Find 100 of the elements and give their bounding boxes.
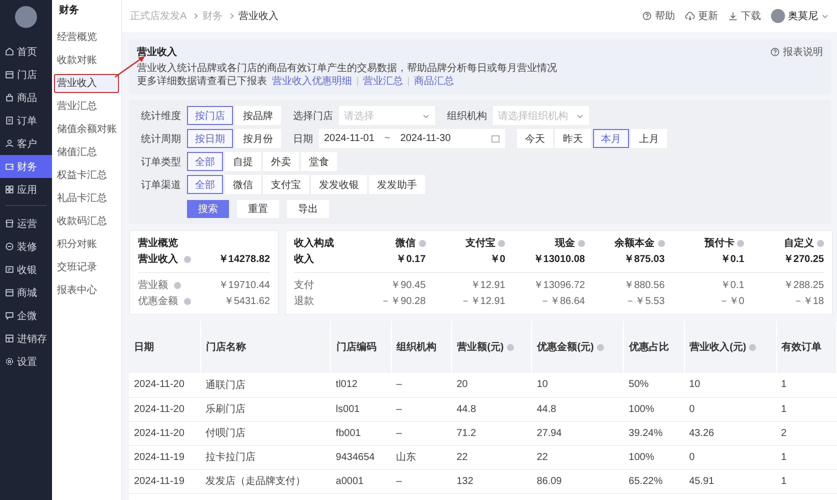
nav-item[interactable]: 订单 (0, 109, 52, 132)
submenu-item[interactable]: 营业收入 (54, 74, 119, 93)
table-cell: 100% (624, 397, 684, 421)
metric-value: ￥880.56 (623, 279, 665, 292)
submenu-item[interactable]: 储值余额对账 (54, 120, 119, 139)
submenu-item[interactable]: 报表中心 (54, 281, 119, 300)
filter-label: 选择门店 (293, 110, 333, 122)
table-cell: 39.24% (624, 421, 684, 445)
submenu-item[interactable]: 积分对账 (54, 235, 119, 254)
table-cell: 10 (684, 373, 776, 397)
metric-value: －￥18 (792, 295, 824, 308)
header-action[interactable]: 帮助 (642, 9, 675, 23)
report-link[interactable]: 营业收入优惠明细 (272, 75, 352, 88)
row-label: 收入 (294, 253, 315, 266)
date-range-field[interactable]: 2024-11-01 ~ 2024-11-30 (319, 129, 505, 148)
report-link[interactable]: 营业汇总 (363, 75, 403, 88)
column-header: 营业额(元) (457, 342, 504, 353)
search-button[interactable]: 搜索 (187, 200, 229, 218)
option-button[interactable]: 发发助手 (369, 175, 425, 194)
user-menu[interactable]: 奥莫尼 (771, 9, 829, 23)
column-header: 微信 (396, 237, 416, 250)
filter-label: 订单渠道 (140, 178, 181, 192)
card-title: 营业概览 (138, 237, 179, 250)
column-header: 门店名称 (206, 342, 246, 353)
table-cell: 山东 (391, 445, 452, 469)
table-cell: – (391, 421, 452, 445)
option-button[interactable]: 按日期 (187, 129, 233, 148)
nav-item[interactable]: 商城 (0, 281, 52, 304)
avatar-placeholder (771, 9, 785, 23)
option-button[interactable]: 按门店 (187, 106, 233, 125)
submenu-item[interactable]: 收款对账 (54, 51, 119, 70)
table-cell: 2024-11-19 (129, 469, 201, 493)
option-button[interactable]: 今天 (517, 129, 553, 148)
section-title: 营业收入 (137, 46, 177, 59)
table-cell: 1 (776, 469, 836, 493)
help-icon (770, 47, 780, 57)
header-action[interactable]: 下载 (728, 9, 761, 23)
submenu-item[interactable]: 权益卡汇总 (54, 166, 119, 185)
header-action[interactable]: 更新 (685, 9, 718, 23)
info-icon (184, 298, 191, 305)
table-cell: 2024-11-20 (129, 397, 201, 421)
option-button[interactable]: 昨天 (555, 129, 591, 148)
report-link[interactable]: 商品汇总 (414, 75, 454, 88)
nav-item[interactable]: 收银 (0, 258, 52, 281)
nav-item[interactable]: 商品 (0, 86, 52, 109)
report-help-link[interactable]: 报表说明 (770, 45, 823, 59)
option-button[interactable]: 发发收银 (311, 175, 367, 194)
option-button[interactable]: 外卖 (263, 152, 299, 171)
nav-item[interactable]: 客户 (0, 132, 52, 155)
nav-item[interactable]: 进销存 (0, 327, 52, 350)
option-button[interactable]: 堂食 (301, 152, 337, 171)
breadcrumb-item: 营业收入 (238, 10, 279, 23)
metric-value: ￥19710.44 (218, 279, 270, 292)
submenu-item[interactable]: 交班记录 (54, 258, 119, 277)
metric-value: ￥5431.62 (224, 295, 270, 308)
cloud-icon (685, 11, 695, 21)
table-cell: 1 (776, 445, 836, 469)
action-button[interactable]: 重置 (237, 200, 279, 218)
table-cell: 27.94 (532, 421, 624, 445)
nav-item[interactable]: 运营 (0, 212, 52, 235)
table-cell: ls001 (330, 397, 392, 421)
option-button[interactable]: 全部 (187, 152, 223, 171)
nav-item[interactable]: 设置 (0, 350, 52, 373)
column-header: 现金 (554, 237, 575, 250)
table-cell: 43.26 (684, 421, 776, 445)
user-icon (5, 139, 14, 148)
hint-text: 更多详细数据请查看已下报表 (137, 75, 267, 88)
filter-label: 订单类型 (140, 156, 181, 168)
option-button[interactable]: 全部 (187, 175, 223, 194)
metric-value: －￥12.91 (459, 295, 506, 308)
table-cell: 132 (452, 469, 532, 493)
option-button[interactable]: 按月份 (235, 129, 281, 148)
table-cell: tl012 (330, 373, 392, 397)
settings-icon (5, 357, 14, 366)
option-button[interactable]: 支付宝 (263, 175, 309, 194)
nav-item[interactable]: 门店 (0, 63, 52, 86)
submenu-item[interactable]: 储值汇总 (54, 143, 119, 162)
table-cell: 9434654 (330, 445, 392, 469)
metric-value: ￥13096.72 (532, 279, 585, 292)
option-button[interactable]: 微信 (225, 175, 261, 194)
nav-item[interactable]: 企微 (0, 304, 52, 327)
info-icon (596, 344, 604, 350)
bag-icon (5, 93, 14, 102)
table-cell: 22 (452, 445, 532, 469)
nav-item[interactable]: 装修 (0, 235, 52, 258)
option-button[interactable]: 按品牌 (235, 106, 281, 125)
action-button[interactable]: 导出 (287, 200, 329, 218)
submenu-item[interactable]: 收款码汇总 (54, 212, 119, 231)
option-button[interactable]: 本月 (593, 129, 629, 148)
nav-item[interactable]: 财务 (0, 155, 52, 178)
table-cell: 通联门店 (200, 373, 331, 397)
option-button[interactable]: 上月 (631, 129, 667, 148)
nav-item[interactable]: 应用 (0, 178, 52, 201)
option-button[interactable]: 自提 (225, 152, 261, 171)
submenu-item[interactable]: 营业汇总 (54, 97, 119, 116)
nav-item[interactable]: 首页 (0, 40, 52, 63)
info-icon (174, 282, 181, 289)
column-header: 预付卡 (704, 237, 734, 250)
submenu-item[interactable]: 礼品卡汇总 (54, 189, 119, 208)
submenu-item[interactable]: 经营概览 (54, 28, 119, 47)
